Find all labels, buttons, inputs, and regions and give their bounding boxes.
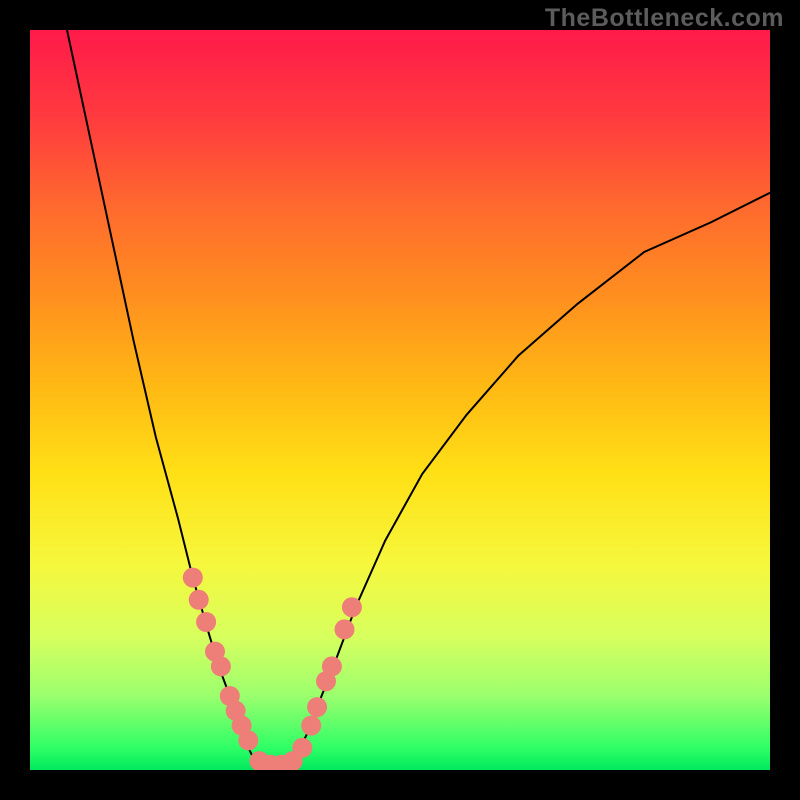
plot-area [30, 30, 770, 770]
curve-svg [30, 30, 770, 770]
marker-point [301, 716, 321, 736]
watermark-text: TheBottleneck.com [545, 4, 784, 33]
marker-point [211, 656, 231, 676]
marker-point [307, 697, 327, 717]
marker-point [183, 568, 203, 588]
marker-point [335, 619, 355, 639]
marker-point [238, 730, 258, 750]
marker-point [189, 590, 209, 610]
marker-point [196, 612, 216, 632]
marker-group [183, 568, 362, 770]
chart-frame: TheBottleneck.com [0, 0, 800, 800]
marker-point [322, 656, 342, 676]
bottleneck-curve [67, 30, 770, 766]
marker-point [342, 597, 362, 617]
marker-point [292, 738, 312, 758]
